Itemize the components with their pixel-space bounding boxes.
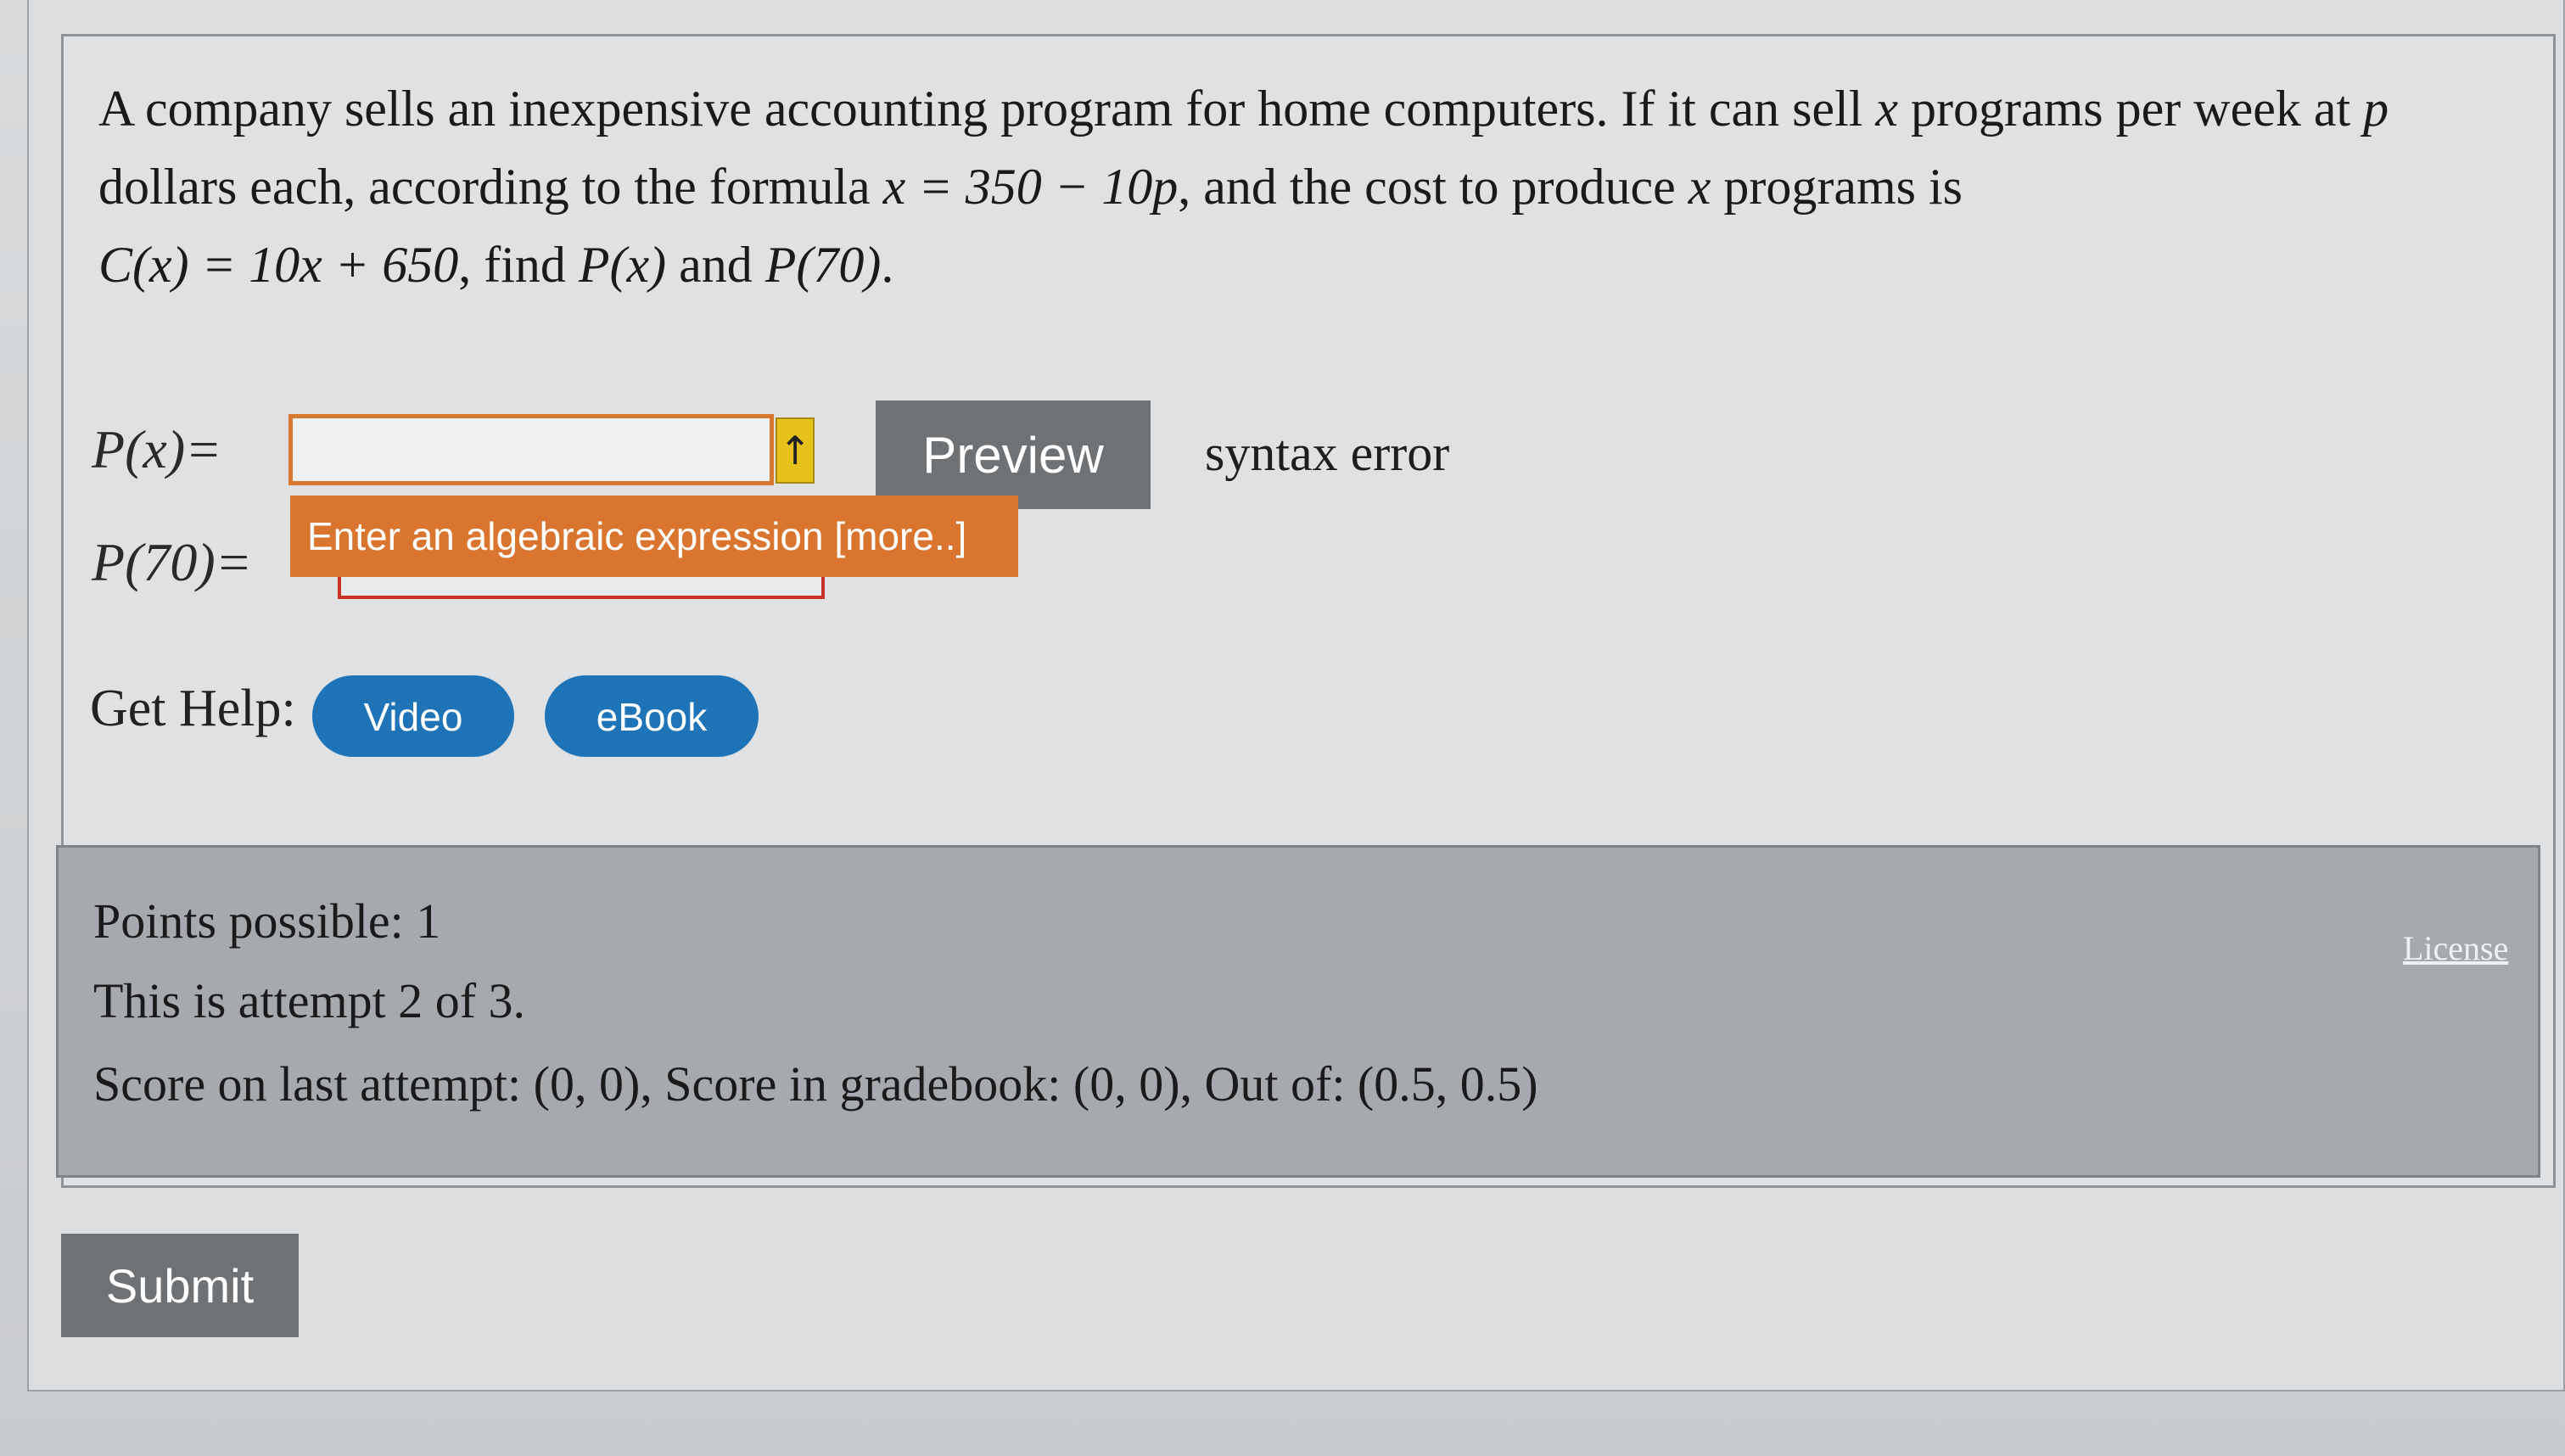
syntax-error-message: syntax error [1205,425,1450,481]
input-hint-tooltip[interactable]: Enter an algebraic expression [more..] [290,496,1018,577]
get-help-label: Get Help: [90,680,296,737]
license-link[interactable]: License [2403,928,2508,968]
px-label-row: P(x) = [92,414,221,485]
p70-label: P(70) [92,532,216,592]
px-answer-input[interactable] [288,414,774,485]
formula-demand: x = 350 − 10p [882,159,1179,215]
p70-label-row: P(70) = [92,526,252,599]
formula-cost: C(x) = 10x + 650 [98,237,459,293]
question-line1-a: A company sells an inexpensive accountin… [98,81,1876,137]
preview-button[interactable]: Preview [876,400,1151,509]
var-x: x [1875,81,1899,137]
question-line2-a: dollars each, according to the formula [98,159,883,215]
question-line2-b: , and the cost to produce [1178,159,1689,215]
p70-equals: = [215,532,252,592]
question-line3-c: and [666,237,765,293]
points-possible-text: Points possible: 1 [93,893,441,949]
submit-button[interactable]: Submit [61,1234,299,1337]
question-line1-b: programs per week at [1898,81,2364,137]
px-equals: = [185,419,222,479]
question-line3-end: . [881,237,894,293]
p70-term: P(70) [764,237,882,293]
page: A company sells an inexpensive accountin… [0,0,2565,1456]
question-line2-c: programs is [1711,159,1963,215]
attempt-count-text: This is attempt 2 of 3. [93,973,526,1028]
video-help-button[interactable]: Video [312,675,514,757]
px-term: P(x) [578,237,667,293]
math-entry-arrow-icon[interactable]: ↑ [776,417,815,484]
score-summary-text: Score on last attempt: (0, 0), Score in … [93,1056,1538,1112]
ebook-help-button[interactable]: eBook [545,675,759,757]
question-line3-b: , find [458,237,579,293]
var-p: p [2363,81,2389,137]
question-text: A company sells an inexpensive accountin… [98,70,2525,304]
px-label: P(x) [92,419,186,479]
var-x-2: x [1688,159,1711,215]
